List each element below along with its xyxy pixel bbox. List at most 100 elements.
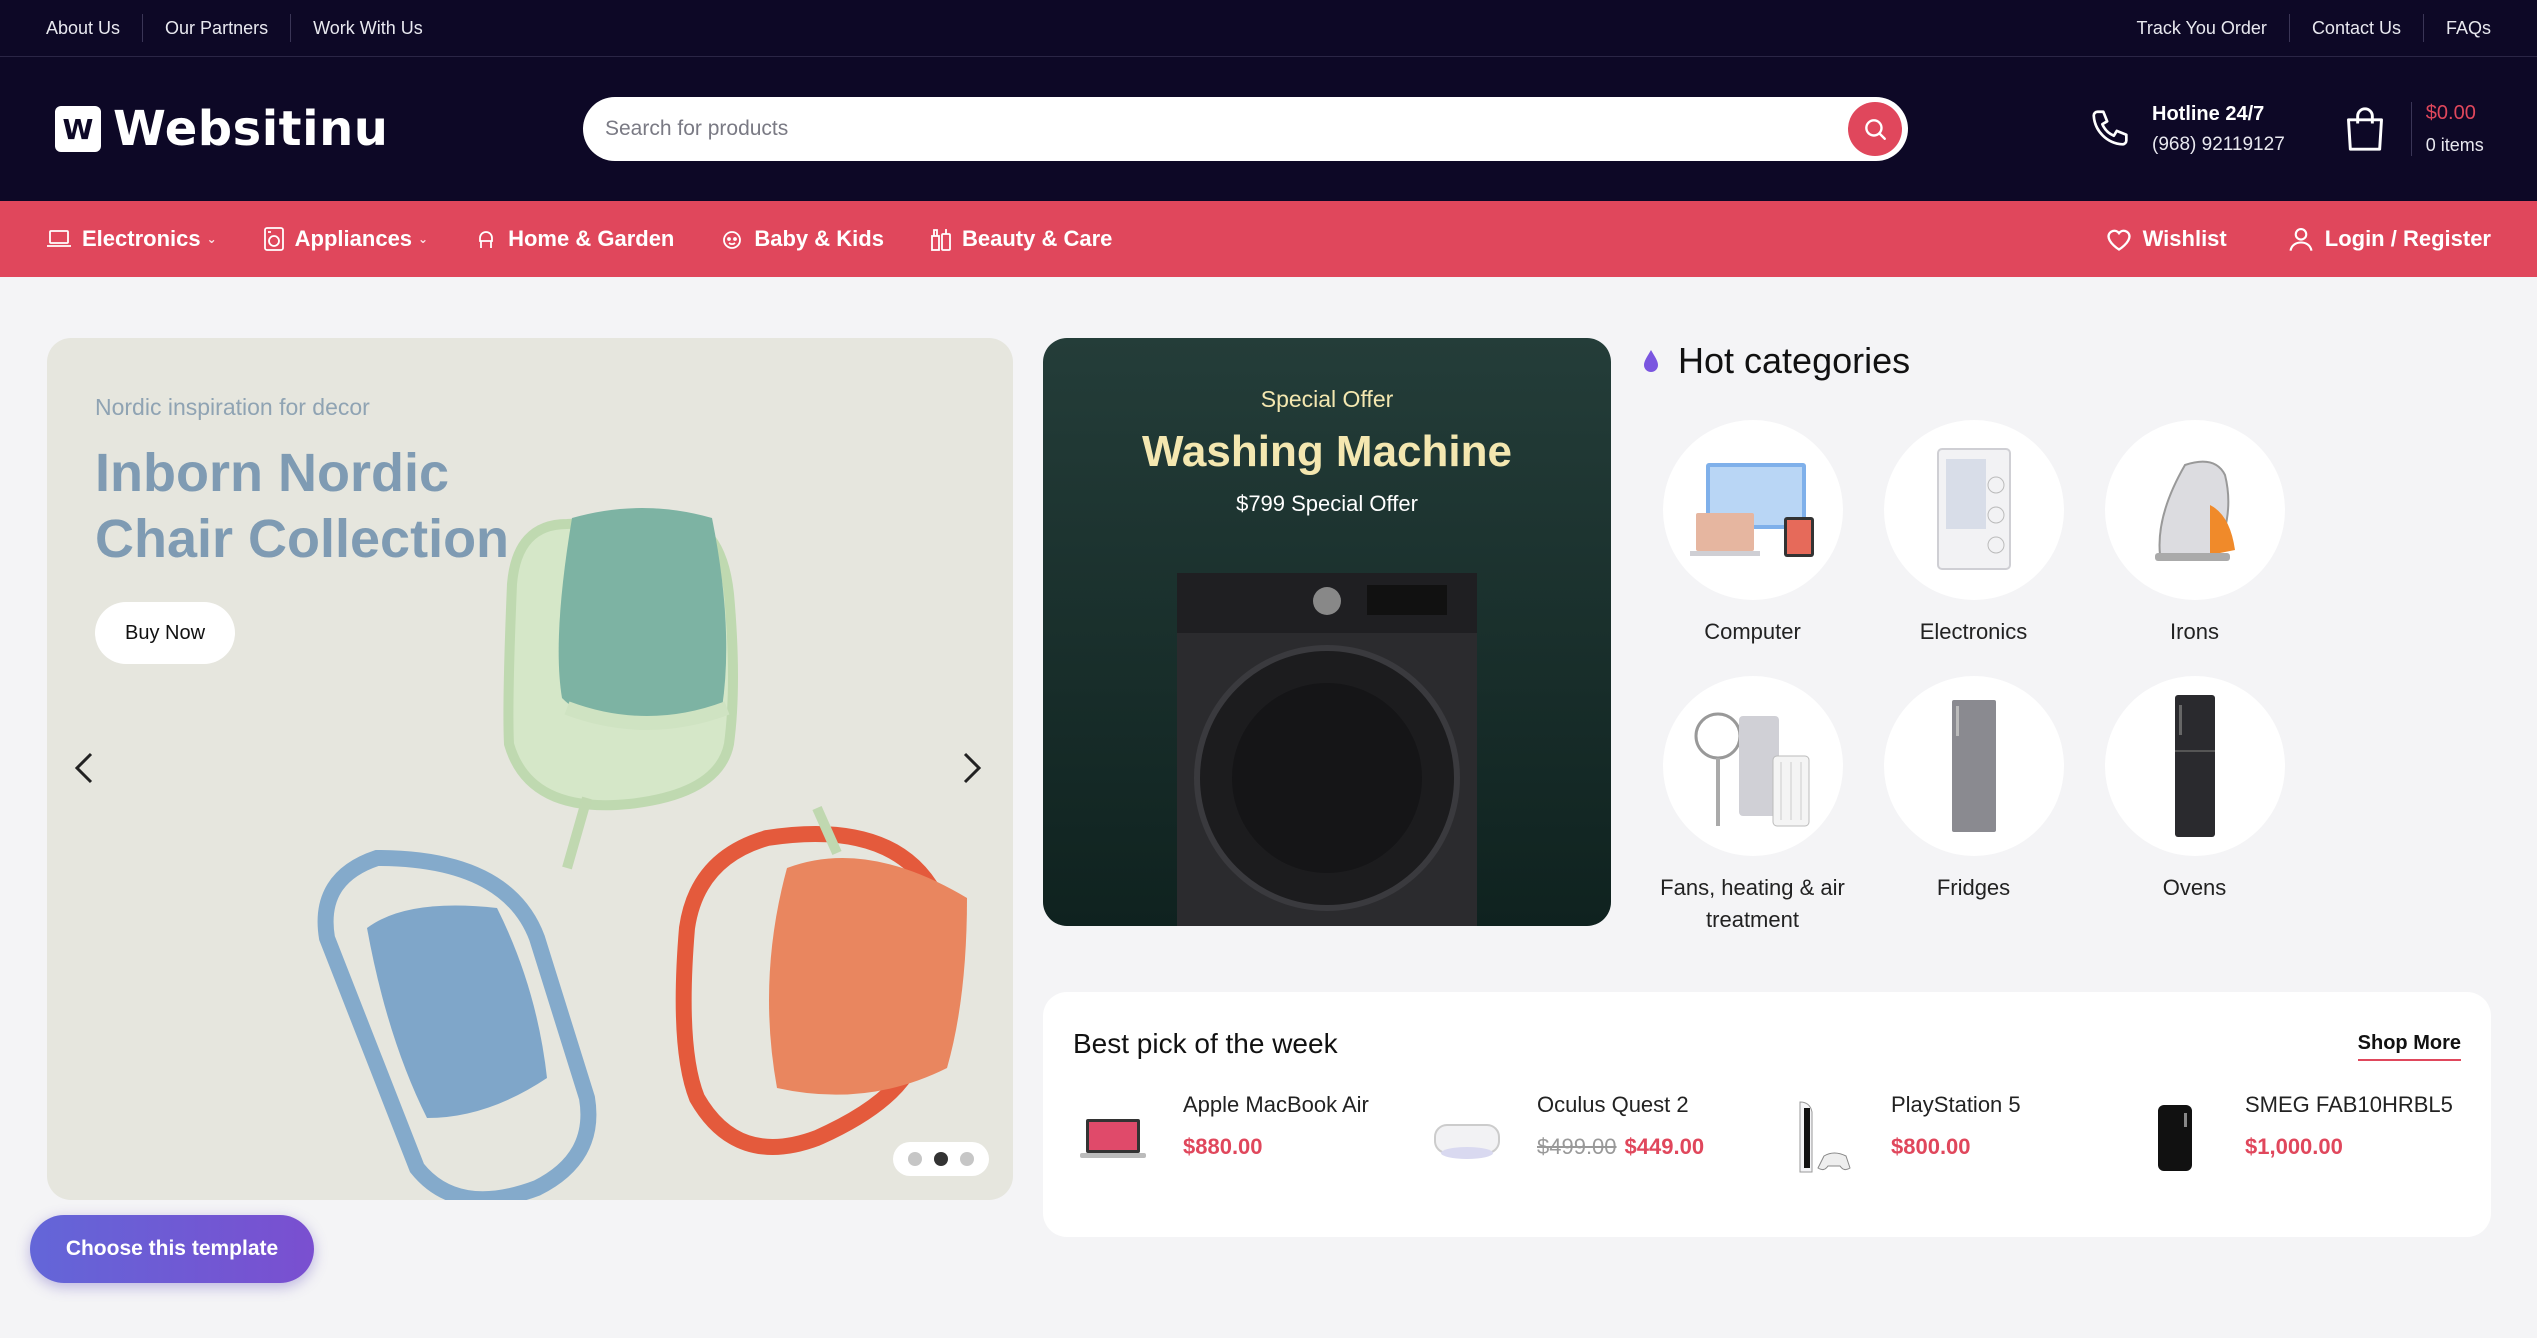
- product-price: $800.00: [1891, 1134, 1971, 1159]
- category-fans-heating[interactable]: Fans, heating & air treatment: [1642, 676, 1863, 936]
- hot-categories-title: Hot categories: [1678, 340, 1911, 381]
- category-label: Computer: [1704, 619, 1801, 644]
- chair-icon: [479, 231, 494, 248]
- best-pick-section: Best pick of the week Shop More Apple Ma…: [1043, 992, 2491, 1237]
- product-name: Apple MacBook Air: [1183, 1092, 1369, 1117]
- product-old-price: $499.00: [1537, 1134, 1617, 1159]
- product-name: PlayStation 5: [1891, 1092, 2021, 1117]
- about-us-link[interactable]: About Us: [46, 14, 144, 42]
- nav-item-electronics[interactable]: Electronics ⌄: [46, 226, 217, 252]
- nav-item-label: Appliances: [294, 226, 413, 251]
- nav-item-appliances[interactable]: Appliances ⌄: [263, 226, 428, 252]
- nav-item-beauty-care[interactable]: Beauty & Care: [930, 226, 1112, 252]
- slider-dot-active[interactable]: [934, 1152, 948, 1166]
- cart[interactable]: $0.00 0 items: [2343, 102, 2484, 156]
- macbook-image: [1080, 1119, 1146, 1158]
- category-computer[interactable]: Computer: [1642, 420, 1863, 648]
- category-label: Fans, heating & air treatment: [1660, 875, 1845, 932]
- shop-more-link[interactable]: Shop More: [2357, 1032, 2461, 1061]
- nav-item-home-garden[interactable]: Home & Garden: [474, 226, 674, 252]
- cart-item-count: 0 items: [2425, 135, 2484, 155]
- offer-label: Special Offer: [1260, 386, 1394, 412]
- chevron-down-icon: ⌄: [418, 232, 429, 246]
- faqs-link[interactable]: FAQs: [2424, 14, 2491, 42]
- logo-mark: W: [55, 106, 101, 152]
- hero-slider: Nordic inspiration for decor Inborn Nord…: [47, 338, 1013, 1200]
- hotline-label: Hotline 24/7: [2152, 102, 2265, 125]
- slider-dot[interactable]: [960, 1152, 974, 1166]
- product-price: $1,000.00: [2245, 1134, 2343, 1159]
- laptop-icon: [47, 230, 71, 247]
- category-label: Electronics: [1919, 619, 2028, 644]
- top-bar-left-links: About Us Our Partners Work With Us: [46, 14, 445, 42]
- drop-icon: [1644, 350, 1658, 372]
- fan-heater-image: [1694, 712, 1809, 827]
- buy-now-button[interactable]: Buy Now: [95, 602, 235, 664]
- contact-us-link[interactable]: Contact Us: [2290, 14, 2424, 42]
- hero-subtitle: Nordic inspiration for decor: [95, 394, 370, 420]
- slider-dot[interactable]: [908, 1152, 922, 1166]
- nav-item-label: Beauty & Care: [961, 226, 1113, 251]
- computer-image: [1689, 463, 1814, 557]
- washer-icon: [263, 227, 284, 251]
- smeg-fridge-image: [2158, 1105, 2192, 1171]
- hotline-number: (968) 92119127: [2152, 133, 2285, 155]
- hero-title: Inborn Nordic Chair Collection: [95, 443, 510, 569]
- nav-item-baby-kids[interactable]: Baby & Kids: [720, 226, 884, 252]
- slider-pagination: [893, 1142, 989, 1176]
- hotline[interactable]: Hotline 24/7 (968) 92119127: [2088, 103, 2285, 156]
- product-card[interactable]: PlayStation 5 $800.00: [1781, 1092, 2135, 1178]
- heart-icon: [2106, 229, 2131, 251]
- category-electronics[interactable]: Electronics: [1863, 420, 2084, 648]
- wishlist-link[interactable]: Wishlist: [2105, 226, 2227, 252]
- search-bar: [583, 97, 1908, 161]
- cart-total: $0.00: [2425, 102, 2476, 124]
- wishlist-label: Wishlist: [2142, 226, 2227, 251]
- hot-categories: Hot categories Computer Electronics Iron…: [1642, 340, 2285, 936]
- vr-headset-image: [1434, 1124, 1500, 1159]
- category-ovens[interactable]: Ovens: [2084, 676, 2305, 936]
- product-name: SMEG FAB10HRBL5: [2245, 1092, 2453, 1117]
- nav-item-label: Baby & Kids: [754, 226, 884, 251]
- category-label: Fridges: [1936, 875, 2011, 900]
- phone-icon: [2092, 110, 2128, 146]
- best-pick-title: Best pick of the week: [1073, 1028, 1338, 1059]
- top-bar: About Us Our Partners Work With Us Track…: [0, 0, 2537, 57]
- nav-item-label: Electronics: [82, 226, 201, 251]
- category-fridges[interactable]: Fridges: [1863, 676, 2084, 936]
- search-input[interactable]: [605, 117, 1848, 141]
- logo-text: Websitinu: [113, 101, 389, 157]
- header: W Websitinu Hotline 24/7 (968) 92119127 …: [0, 57, 2537, 201]
- playstation-image: [1799, 1101, 1851, 1173]
- product-card[interactable]: SMEG FAB10HRBL5 $1,000.00: [2135, 1092, 2489, 1178]
- product-name: Oculus Quest 2: [1537, 1092, 1689, 1117]
- top-bar-right-links: Track You Order Contact Us FAQs: [2137, 14, 2491, 42]
- search-icon: [1865, 119, 1886, 140]
- oven-image: [2174, 695, 2215, 837]
- product-card[interactable]: Oculus Quest 2 $499.00 $449.00: [1427, 1092, 1781, 1178]
- search-button[interactable]: [1848, 102, 1902, 156]
- track-order-link[interactable]: Track You Order: [2137, 14, 2290, 42]
- logo-letter: W: [62, 112, 94, 146]
- chevron-down-icon: ⌄: [206, 232, 217, 246]
- chevron-right-icon[interactable]: [957, 748, 985, 798]
- offer-title: Washing Machine: [1142, 427, 1512, 476]
- pc-case-image: [1936, 448, 2011, 570]
- cosmetics-icon: [931, 229, 951, 251]
- work-with-us-link[interactable]: Work With Us: [291, 14, 445, 42]
- chevron-left-icon[interactable]: [71, 748, 99, 798]
- nav-item-label: Home & Garden: [508, 226, 675, 251]
- category-label: Irons: [2170, 619, 2219, 644]
- product-price: $449.00: [1624, 1134, 1705, 1159]
- choose-template-button[interactable]: Choose this template: [30, 1215, 314, 1283]
- login-register-link[interactable]: Login / Register: [2287, 225, 2491, 253]
- our-partners-link[interactable]: Our Partners: [143, 14, 292, 42]
- category-irons[interactable]: Irons: [2084, 420, 2305, 648]
- login-register-label: Login / Register: [2324, 226, 2491, 251]
- logo[interactable]: W Websitinu: [55, 101, 583, 157]
- washing-machine-image: [1177, 573, 1477, 926]
- special-offer-banner[interactable]: Special Offer Washing Machine $799 Speci…: [1043, 338, 1611, 926]
- product-card[interactable]: Apple MacBook Air $880.00: [1073, 1092, 1427, 1178]
- main-nav: Electronics ⌄ Appliances ⌄ Home & Garden B…: [0, 201, 2537, 277]
- shopping-bag-icon: [2346, 107, 2383, 151]
